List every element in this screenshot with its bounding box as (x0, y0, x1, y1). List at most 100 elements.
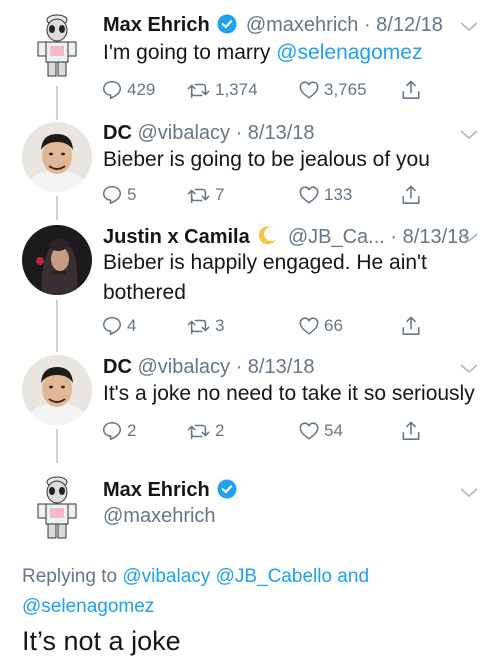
tweet-text: Bieber is happily engaged. He ain't both… (103, 248, 427, 308)
retweet-icon (187, 319, 210, 335)
like-count: 54 (324, 421, 343, 440)
retweet-action[interactable]: 2 (187, 420, 224, 442)
reply-action[interactable]: 4 (101, 315, 136, 337)
tweet-1[interactable]: Max Ehrich @maxehrich · 8/12/18 I'm goin… (0, 0, 500, 120)
reply-count: 429 (127, 80, 156, 99)
avatar-justin-x-camila[interactable] (22, 225, 92, 295)
avatar-max-ehrich[interactable] (22, 8, 92, 78)
display-name[interactable]: Justin x Camila (103, 226, 250, 248)
retweet-action[interactable]: 1,374 (187, 79, 258, 101)
chevron-down-icon[interactable] (460, 130, 478, 140)
share-action[interactable] (401, 420, 421, 442)
like-action[interactable]: 66 (298, 315, 343, 337)
retweet-count: 1,374 (215, 80, 258, 99)
tweet-date[interactable]: · 8/13/18 (390, 226, 469, 248)
verified-badge-icon (217, 479, 237, 499)
reply-icon (102, 185, 122, 205)
replying-and: and (332, 566, 370, 587)
reply-action[interactable]: 429 (101, 79, 155, 101)
tweet-text: It's a joke no need to take it so seriou… (103, 382, 475, 405)
tweet-text-line: Bieber is happily engaged. He ain't (103, 251, 427, 274)
tweet-4[interactable]: DC @vibalacy · 8/13/18 It's a joke no ne… (0, 352, 500, 463)
heart-icon (299, 317, 319, 335)
heart-icon (299, 186, 319, 204)
reply-icon (102, 421, 122, 441)
chevron-down-icon[interactable] (460, 22, 478, 32)
share-icon (402, 185, 420, 204)
tweet-actions: 429 1,374 3,765 (101, 79, 431, 103)
share-icon (402, 316, 420, 335)
user-handle[interactable]: @maxehrich (103, 504, 216, 528)
share-action[interactable] (401, 315, 421, 337)
like-count: 66 (324, 316, 343, 335)
like-count: 133 (324, 185, 353, 204)
mention-link[interactable]: @vibalacy (122, 566, 210, 587)
tweet-actions: 2 2 54 (101, 420, 431, 444)
user-handle[interactable]: @JB_Ca... (288, 226, 385, 248)
user-handle[interactable]: @vibalacy (137, 122, 230, 144)
reply-action[interactable]: 2 (101, 420, 136, 442)
tweet-header: Max Ehrich (103, 478, 240, 502)
heart-icon (299, 81, 319, 99)
share-action[interactable] (401, 184, 421, 206)
reply-action[interactable]: 5 (101, 184, 136, 206)
retweet-icon (187, 83, 210, 99)
user-handle[interactable]: @vibalacy (137, 356, 230, 378)
chevron-down-icon[interactable] (460, 488, 478, 498)
tweet-header: Max Ehrich @maxehrich · 8/12/18 (103, 13, 443, 37)
retweet-count: 2 (215, 421, 225, 440)
like-action[interactable]: 133 (298, 184, 352, 206)
thread-line (56, 86, 58, 120)
like-action[interactable]: 3,765 (298, 79, 367, 101)
tweet-3[interactable]: Justin x Camila @JB_Ca... · 8/13/18 Bieb… (0, 220, 500, 352)
display-name[interactable]: Max Ehrich (103, 14, 210, 36)
reply-icon (102, 80, 122, 100)
thread-line (56, 300, 58, 352)
tweet-header: DC @vibalacy · 8/13/18 (103, 355, 315, 379)
retweet-count: 3 (215, 316, 225, 335)
tweet-header: Justin x Camila @JB_Ca... · 8/13/18 (103, 224, 469, 249)
share-icon (402, 421, 420, 440)
retweet-icon (187, 188, 210, 204)
chevron-down-icon[interactable] (460, 364, 478, 374)
mention-link[interactable]: @selenagomez (22, 596, 154, 617)
tweet-text: I'm going to marry @selenagomez (103, 38, 422, 68)
tweet-text: Bieber is going to be jealous of you (103, 148, 430, 171)
share-action[interactable] (401, 79, 421, 101)
like-count: 3,765 (324, 80, 367, 99)
replying-to-label: Replying to (22, 566, 123, 587)
display-name[interactable]: DC (103, 122, 132, 144)
tweet-date[interactable]: · 8/13/18 (236, 122, 315, 144)
thread-line (56, 429, 58, 463)
avatar-dc[interactable] (22, 355, 92, 425)
retweet-count: 7 (215, 185, 225, 204)
display-name[interactable]: DC (103, 356, 132, 378)
retweet-action[interactable]: 7 (187, 184, 224, 206)
tweet-actions: 4 3 66 (101, 315, 431, 339)
mention-link[interactable]: @selenagomez (276, 41, 422, 64)
user-handle[interactable]: @maxehrich (246, 14, 359, 36)
retweet-icon (187, 424, 210, 440)
reply-icon (102, 316, 122, 336)
person-avatar-icon (22, 355, 92, 425)
tweet-text-line: bothered (103, 281, 186, 304)
replying-to: Replying to @vibalacy @JB_Cabello and @s… (22, 562, 482, 622)
avatar-dc[interactable] (22, 122, 92, 192)
chevron-down-icon[interactable] (460, 233, 478, 243)
display-name[interactable]: Max Ehrich (103, 479, 210, 501)
tweet-actions: 5 7 133 (101, 184, 431, 208)
tweet-header: DC @vibalacy · 8/13/18 (103, 121, 315, 145)
mention-link[interactable]: @JB_Cabello (216, 566, 332, 587)
avatar-max-ehrich[interactable] (22, 470, 92, 540)
reply-count: 5 (127, 185, 137, 204)
crescent-moon-emoji-icon (259, 226, 277, 245)
reply-count: 2 (127, 421, 137, 440)
tweet-date[interactable]: · 8/12/18 (364, 14, 443, 36)
tweet-text-prefix: I'm going to marry (103, 41, 277, 64)
tweet-2[interactable]: DC @vibalacy · 8/13/18 Bieber is going t… (0, 118, 500, 220)
tweet-date[interactable]: · 8/13/18 (236, 356, 315, 378)
like-action[interactable]: 54 (298, 420, 343, 442)
alien-avatar-icon (37, 14, 77, 77)
retweet-action[interactable]: 3 (187, 315, 224, 337)
share-icon (402, 80, 420, 99)
